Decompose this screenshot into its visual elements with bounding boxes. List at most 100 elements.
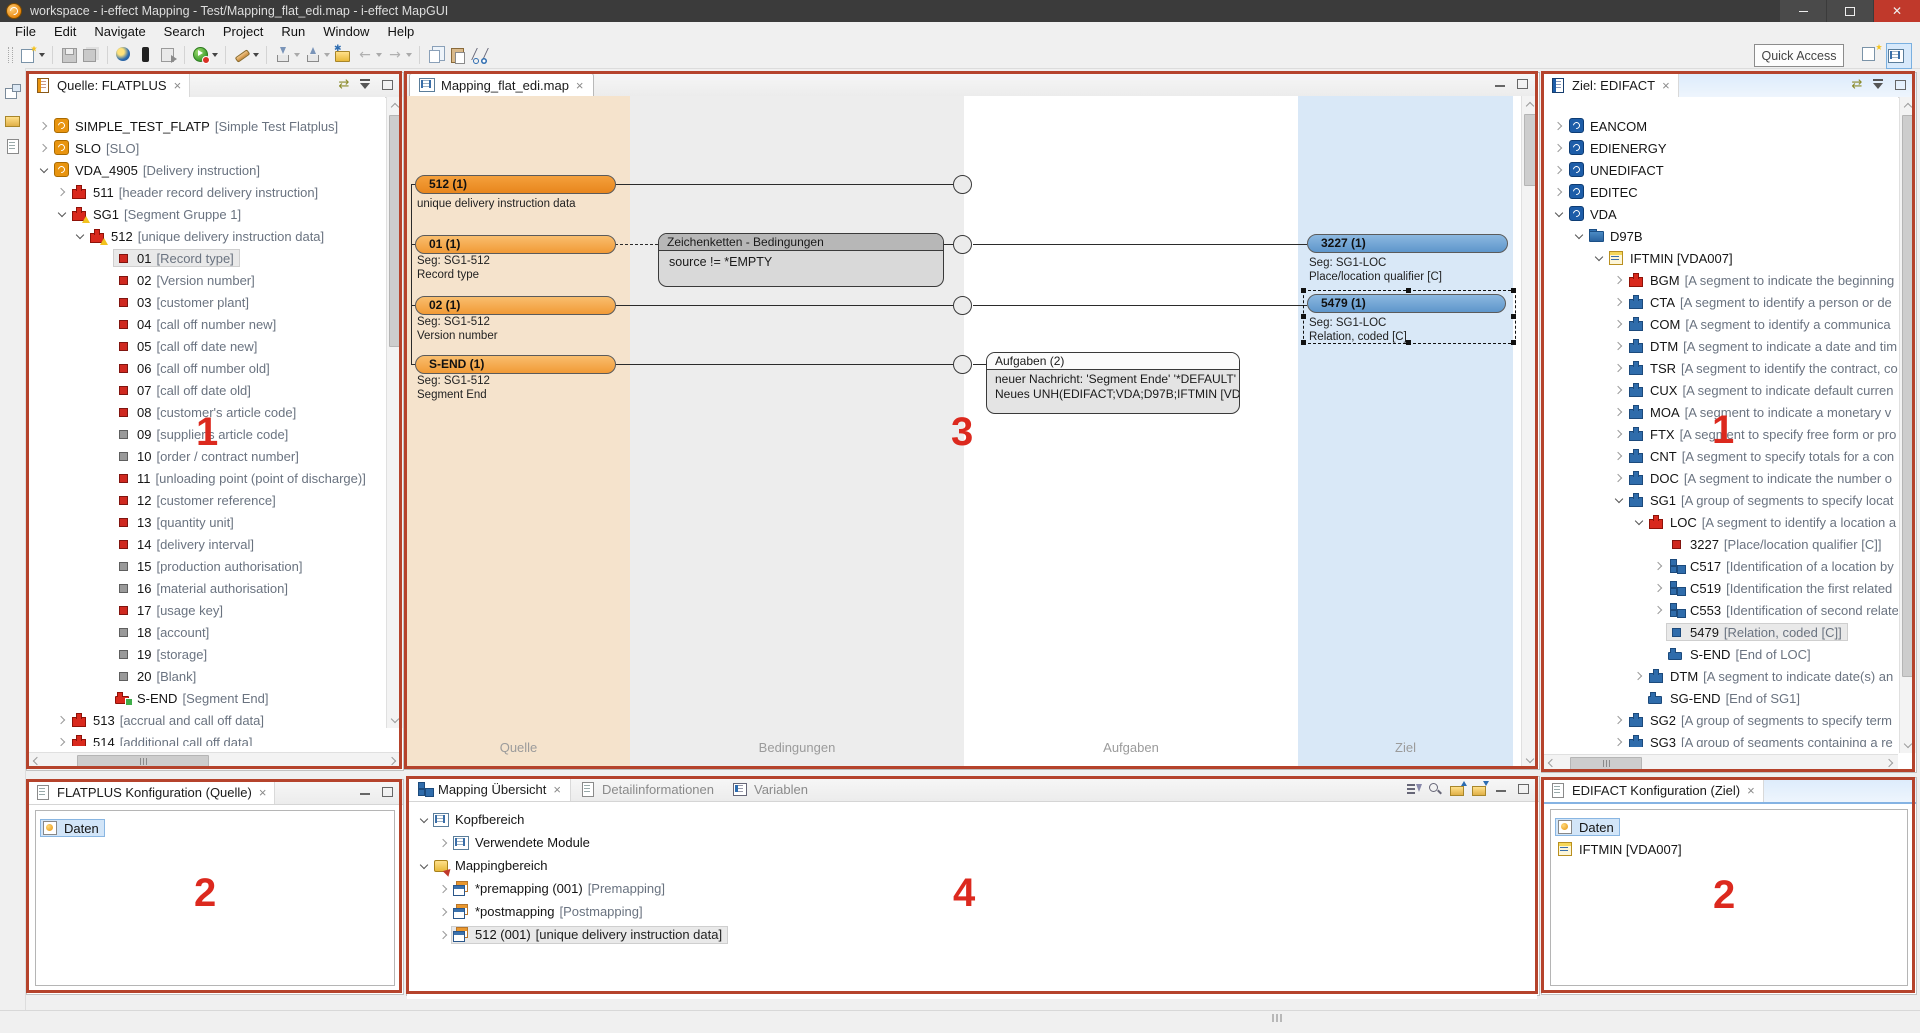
selection-handle[interactable] [1301,314,1306,319]
canvas-vscrollbar[interactable] [1521,96,1538,768]
target-node-5479[interactable]: 5479 (1) [1307,294,1506,313]
forward-button[interactable]: → [386,46,404,64]
back-button[interactable]: ← [356,46,374,64]
task-box[interactable]: Aufgaben (2) neuer Nachricht: 'Segment E… [986,352,1240,414]
source-node-send[interactable]: S-END (1) [415,355,616,374]
tree-row-slo[interactable]: SLO[SLO] [27,137,385,159]
connector-circle[interactable] [953,355,972,374]
chevron-right-icon[interactable] [1612,277,1626,283]
chevron-down-icon[interactable] [1612,498,1626,502]
collapse-all-icon[interactable] [1471,781,1489,797]
chevron-right-icon[interactable] [55,717,69,723]
tree-row-tsr[interactable]: TSR[A segment to identify the contract, … [1542,357,1898,379]
restore-view-icon[interactable] [4,84,21,100]
tree-row-dtm[interactable]: DTM[A segment to indicate a date and tim [1542,335,1898,357]
close-icon[interactable]: × [576,78,584,93]
tree-row-doc[interactable]: DOC[A segment to indicate the number o [1542,467,1898,489]
tree-row-cta[interactable]: CTA[A segment to identify a person or de [1542,291,1898,313]
menu-item-project[interactable]: Project [214,23,272,40]
tree-row-01[interactable]: 01[Record type] [27,247,385,269]
tree-row-15[interactable]: 15[production authorisation] [27,555,385,577]
connector-circle[interactable] [953,235,972,254]
tree-row-06[interactable]: 06[call off number old] [27,357,385,379]
new-dropdown-caret[interactable] [39,53,45,57]
tree-row-com[interactable]: COM[A segment to identify a communica [1542,313,1898,335]
tree-row-kopfbereich[interactable]: Kopfbereich [407,808,1537,831]
tab-detailinformationen[interactable]: Detailinformationen [571,777,723,801]
tree-row-sg3[interactable]: SG3[A group of segments containing a re [1542,731,1898,747]
tree-row-c517[interactable]: C517[Identification of a location by [1542,555,1898,577]
new-folder-button[interactable] [334,46,352,64]
tree-row-unedifact[interactable]: UNEDIFACT [1542,159,1898,181]
mapping-perspective-button[interactable] [1886,43,1912,69]
tree-row-d97b[interactable]: D97B [1542,225,1898,247]
link-with-editor-icon[interactable]: ⇄ [1848,77,1866,93]
chevron-down-icon[interactable] [1632,520,1646,524]
run-dropdown-caret[interactable] [212,53,218,57]
chevron-down-icon[interactable] [73,234,87,238]
tab-variablen[interactable]: Variablen [723,777,817,801]
chevron-down-icon[interactable] [37,168,51,172]
tree-row-cnt[interactable]: CNT[A segment to specify totals for a co… [1542,445,1898,467]
forward-dropdown-caret[interactable] [406,53,412,57]
filter-icon[interactable] [1870,77,1888,93]
chevron-right-icon[interactable] [437,909,451,915]
minimize-panel-icon[interactable] [357,784,375,800]
target-vscrollbar[interactable] [1899,97,1916,753]
chevron-right-icon[interactable] [37,145,51,151]
tree-row-14[interactable]: 14[delivery interval] [27,533,385,555]
selection-handle[interactable] [1511,288,1516,293]
selection-handle[interactable] [1406,340,1411,345]
tree-row-edienergy[interactable]: EDIENERGY [1542,137,1898,159]
project-explorer-icon[interactable] [4,112,21,128]
tree-row-sg-end[interactable]: SG-END[End of SG1] [1542,687,1898,709]
maximize-panel-icon[interactable] [379,784,397,800]
menu-item-file[interactable]: File [6,23,45,40]
selection-handle[interactable] [1511,314,1516,319]
source-hscrollbar[interactable] [27,752,401,770]
mapping-canvas[interactable]: Quelle Bedingungen Aufgaben Ziel 512 (1)… [404,96,1538,768]
sort-icon[interactable] [1405,781,1423,797]
close-icon[interactable]: × [174,78,182,93]
new-wizard-button[interactable] [19,46,37,64]
chevron-right-icon[interactable] [437,932,451,938]
chevron-right-icon[interactable] [55,189,69,195]
tab-mapping-uebersicht[interactable]: Mapping Übersicht × [407,777,571,801]
run-button[interactable] [192,46,210,64]
expand-all-icon[interactable] [1449,781,1467,797]
import-dropdown-caret[interactable] [294,53,300,57]
tree-row-03[interactable]: 03[customer plant] [27,291,385,313]
tree-row-07[interactable]: 07[call off date old] [27,379,385,401]
ieffect-server-button[interactable] [115,46,133,64]
paste-button[interactable] [449,46,467,64]
close-icon[interactable]: × [1747,783,1755,798]
back-dropdown-caret[interactable] [376,53,382,57]
minimize-editor-icon[interactable] [1492,76,1510,92]
tree-row-514[interactable]: 514[additional call off data] [27,731,385,746]
chevron-down-icon[interactable] [1552,212,1566,216]
minimize-window-button[interactable] [1780,0,1826,22]
tree-row-17[interactable]: 17[usage key] [27,599,385,621]
chevron-right-icon[interactable] [1612,387,1626,393]
connector-circle[interactable] [953,296,972,315]
edit-tool-button[interactable] [233,46,251,64]
target-node-3227[interactable]: 3227 (1) [1307,234,1508,253]
chevron-right-icon[interactable] [1552,189,1566,195]
chevron-right-icon[interactable] [437,886,451,892]
target-hscrollbar[interactable] [1542,754,1898,772]
tree-row-09[interactable]: 09[supplier's article code] [27,423,385,445]
copy-button[interactable] [427,46,445,64]
tree-row-3227[interactable]: 3227[Place/location qualifier [C]] [1542,533,1898,555]
chevron-right-icon[interactable] [55,739,69,745]
connector-circle[interactable] [953,175,972,194]
close-window-button[interactable]: ✕ [1874,0,1920,22]
tree-row-05[interactable]: 05[call off date new] [27,335,385,357]
tree-row-vda[interactable]: VDA [1542,203,1898,225]
menu-item-navigate[interactable]: Navigate [85,23,154,40]
menu-item-search[interactable]: Search [155,23,214,40]
close-icon[interactable]: × [553,782,561,797]
chevron-right-icon[interactable] [1612,299,1626,305]
close-icon[interactable]: × [259,785,267,800]
chevron-right-icon[interactable] [1552,123,1566,129]
tree-row-20[interactable]: 20[Blank] [27,665,385,687]
